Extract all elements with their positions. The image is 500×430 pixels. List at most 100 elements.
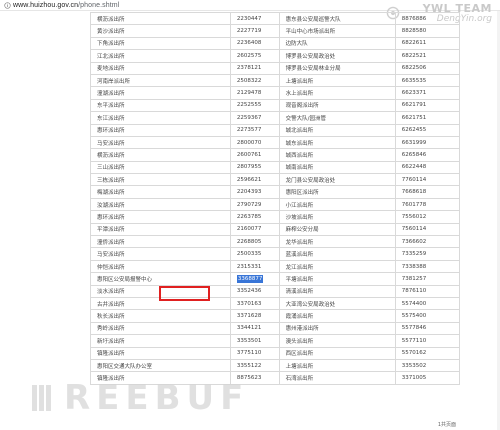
unit-name-cell: 潼湖派出所 bbox=[90, 86, 231, 100]
url-text[interactable]: www.huizhou.gov.cn/phone.shtml bbox=[13, 2, 119, 9]
phone-cell: 7560114 bbox=[394, 222, 461, 237]
info-icon[interactable] bbox=[3, 1, 11, 9]
phone-cell: 8828580 bbox=[394, 24, 461, 38]
phone-cell: 7876110 bbox=[394, 284, 461, 299]
phone-cell: 3344121 bbox=[229, 321, 280, 336]
unit-name-cell: 水上派出所 bbox=[278, 86, 396, 100]
unit-name-cell: 清溪派出所 bbox=[278, 284, 396, 299]
table-row: 梅湖派出所 2204393 惠阳区派出所 7668618 bbox=[90, 185, 461, 199]
phone-cell: 3355122 bbox=[229, 358, 280, 373]
unit-name-cell: 古井派出所 bbox=[90, 296, 231, 311]
unit-name-cell: 蓝溪派出所 bbox=[278, 247, 396, 261]
phone-directory: 横沥派出所 2230447 惠东县公安局巡警大队 8876886 黄沙派出所 222771… bbox=[90, 11, 461, 385]
pagination[interactable]: 1共页面 bbox=[438, 421, 456, 428]
phone-cell: 2600761 bbox=[229, 148, 280, 162]
unit-name-cell: 秀岭派出所 bbox=[90, 321, 231, 336]
phone-cell: 6622448 bbox=[394, 160, 461, 175]
phone-cell: 2160077 bbox=[229, 222, 280, 237]
phone-cell: 2227719 bbox=[229, 24, 280, 38]
unit-name-cell: 仲恺派出所 bbox=[90, 259, 231, 274]
unit-name-cell: 博罗县公安局林业分局 bbox=[278, 61, 396, 75]
unit-name-cell: 麻榨公安分局 bbox=[278, 222, 396, 237]
phone-cell: 2204393 bbox=[229, 185, 280, 199]
phone-cell: 7366602 bbox=[394, 235, 461, 249]
unit-name-cell: 平山中心市场派出所 bbox=[278, 24, 396, 38]
unit-name-cell: 小江派出所 bbox=[278, 197, 396, 212]
table-row: 三栋派出所 2596621 龙门县公安局政治处 7760114 bbox=[90, 173, 461, 187]
table-row: 横沥派出所 2600761 城西派出所 6265846 bbox=[90, 148, 461, 162]
phone-cell: 6822506 bbox=[394, 61, 461, 75]
phone-cell: 7338388 bbox=[394, 259, 461, 274]
table-row: 东平派出所 2252555 观音阁派出所 6621791 bbox=[90, 98, 461, 113]
table-row: 惠环派出所 2273577 城北派出所 6262455 bbox=[90, 123, 461, 137]
unit-name-cell: 龙门县公安局政治处 bbox=[278, 173, 396, 187]
unit-name-cell: 三栋派出所 bbox=[90, 173, 231, 187]
freebuf-text: REEBUF bbox=[64, 378, 250, 418]
table-row: 黄沙派出所 2227719 平山中心市场派出所 8828580 bbox=[90, 24, 461, 38]
unit-name-cell: 沙坡派出所 bbox=[278, 210, 396, 224]
unit-name-cell: 惠阳区派出所 bbox=[278, 185, 396, 199]
phone-cell: 2259367 bbox=[229, 111, 280, 125]
unit-name-cell: 城北派出所 bbox=[278, 123, 396, 137]
unit-name-cell: 潼侨派出所 bbox=[90, 235, 231, 249]
freebuf-watermark: REEBUF bbox=[30, 378, 249, 418]
unit-name-cell: 澳头派出所 bbox=[278, 334, 396, 348]
phone-cell: 6631999 bbox=[394, 135, 461, 150]
unit-name-cell: 麦地派出所 bbox=[90, 61, 231, 75]
phone-cell: 2268805 bbox=[229, 235, 280, 249]
table-row: 镇隆派出所 3775110 西区派出所 5570162 bbox=[90, 346, 461, 360]
phone-cell: 6265846 bbox=[394, 148, 461, 162]
table-row: 麦地派出所 2378121 博罗县公安局林业分局 6822506 bbox=[90, 61, 461, 75]
unit-name-cell: 城南派出所 bbox=[278, 160, 396, 175]
phone-cell: 7668618 bbox=[394, 185, 461, 199]
table-row: 古井派出所 3370163 大亚湾公安局政治处 5574400 bbox=[90, 296, 461, 311]
unit-name-cell: 马安派出所 bbox=[90, 135, 231, 150]
unit-name-cell: 下角派出所 bbox=[90, 36, 231, 51]
unit-name-cell: 惠环派出所 bbox=[90, 210, 231, 224]
table-row: 三山派出所 2807955 城南派出所 6622448 bbox=[90, 160, 461, 175]
table-row: 惠环派出所 2263785 沙坡派出所 7556012 bbox=[90, 210, 461, 224]
table-row: 仲恺派出所 2315331 龙江派出所 7338388 bbox=[90, 259, 461, 274]
phone-cell: 6822521 bbox=[394, 49, 461, 63]
table-row: 秋长派出所 3371628 霞涌派出所 5575400 bbox=[90, 309, 461, 323]
unit-name-cell: 博罗县公安局政治处 bbox=[278, 49, 396, 63]
freebuf-logo-icon bbox=[32, 385, 51, 411]
selected-text[interactable]: 3368877 bbox=[236, 274, 264, 283]
table-row: 潼侨派出所 2268805 龙华派出所 7366602 bbox=[90, 235, 461, 249]
unit-name-cell: 平塘派出所 bbox=[278, 272, 396, 286]
unit-name-cell: 汝湖派出所 bbox=[90, 197, 231, 212]
unit-name-cell: 横沥派出所 bbox=[90, 148, 231, 162]
table-row: 潼湖派出所 2129478 水上派出所 6623371 bbox=[90, 86, 461, 100]
unit-name-cell: 上塘派出所 bbox=[278, 358, 396, 373]
phone-cell: 6635535 bbox=[394, 73, 461, 88]
phone-cell: 3352436 bbox=[229, 284, 280, 299]
unit-name-cell: 淡水派出所 bbox=[90, 284, 231, 299]
phone-cell: 8876886 bbox=[394, 11, 461, 26]
phone-cell: 6822611 bbox=[394, 36, 461, 51]
phone-cell: 5570162 bbox=[394, 346, 461, 360]
unit-name-cell: 新圩派出所 bbox=[90, 334, 231, 348]
phone-cell: 2596621 bbox=[229, 173, 280, 187]
phone-cell: 6621751 bbox=[394, 111, 461, 125]
unit-name-cell: 东江派出所 bbox=[90, 111, 231, 125]
unit-name-cell: 黄沙派出所 bbox=[90, 24, 231, 38]
table-row: 淡水派出所 3352436 清溪派出所 7876110 bbox=[90, 284, 461, 299]
phone-cell: 5575400 bbox=[394, 309, 461, 323]
table-row: 下角派出所 2236408 边防大队 6822611 bbox=[90, 36, 461, 51]
unit-name-cell: 东平派出所 bbox=[90, 98, 231, 113]
table-row: 横沥派出所 2230447 惠东县公安局巡警大队 8876886 bbox=[90, 11, 461, 26]
phone-cell: 6623371 bbox=[394, 86, 461, 100]
phone-cell: 2790729 bbox=[229, 197, 280, 212]
unit-name-cell: 交警大队/园洲管 bbox=[278, 111, 396, 125]
unit-name-cell: 惠阳区公安局报警中心 bbox=[90, 272, 231, 286]
unit-name-cell: 惠州港派出所 bbox=[278, 321, 396, 336]
unit-name-cell: 惠环派出所 bbox=[90, 123, 231, 137]
unit-name-cell: 河南岸派出所 bbox=[90, 73, 231, 88]
unit-name-cell: 观音阁派出所 bbox=[278, 98, 396, 113]
phone-cell: 2807955 bbox=[229, 160, 280, 175]
phone-cell: 5577846 bbox=[394, 321, 461, 336]
phone-cell: 2800070 bbox=[229, 135, 280, 150]
phone-cell: 7335259 bbox=[394, 247, 461, 261]
phone-cell: 2129478 bbox=[229, 86, 280, 100]
phone-cell: 3368877 bbox=[229, 272, 280, 286]
